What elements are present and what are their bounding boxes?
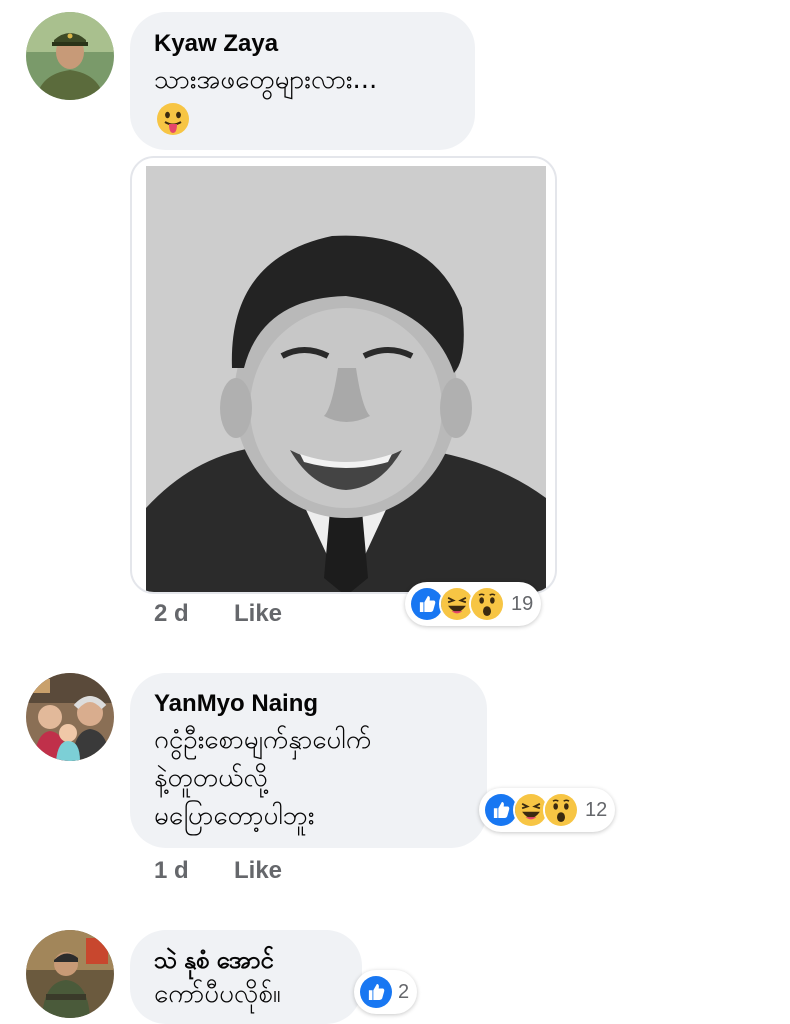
wow-reaction-icon — [469, 586, 505, 622]
reaction-summary[interactable]: 19 — [405, 582, 542, 626]
comment-text-line: ဂငွံဦးစောမျက်နှာပေါက် — [154, 725, 372, 755]
comment-author[interactable]: YanMyo Naing — [154, 690, 318, 718]
comment-text-line: နဲ့တူတယ်လို့ — [154, 763, 268, 793]
comment-timestamp: 1 d — [154, 857, 189, 884]
avatar-kyaw-zaya[interactable] — [26, 12, 114, 100]
reaction-count: 2 — [398, 980, 410, 1003]
reaction-count: 19 — [511, 592, 534, 615]
comment-attached-photo[interactable] — [130, 156, 557, 594]
wow-reaction-icon — [543, 792, 579, 828]
comment-text: ကော်ပီပလိုစ်။ — [154, 979, 281, 1009]
comment-text-line: မပြောတော့ပါဘူး — [154, 801, 315, 831]
avatar-third-commenter[interactable] — [26, 930, 114, 1018]
like-link[interactable]: Like — [234, 857, 282, 885]
like-reaction-icon — [358, 974, 394, 1010]
comment-author[interactable]: သဲ နုစံ အောင် — [154, 944, 274, 980]
reaction-summary[interactable]: 12 — [479, 788, 616, 832]
comment-timestamp: 2 d — [154, 600, 189, 627]
comment-text: သားအဖတွေများလား... — [154, 65, 378, 95]
like-link[interactable]: Like — [234, 600, 282, 628]
comment-author[interactable]: Kyaw Zaya — [154, 30, 278, 58]
avatar-yanmyo-naing[interactable] — [26, 673, 114, 761]
reaction-count: 12 — [585, 798, 608, 821]
tongue-out-emoji-icon — [156, 102, 190, 136]
reaction-summary[interactable]: 2 — [354, 970, 418, 1014]
